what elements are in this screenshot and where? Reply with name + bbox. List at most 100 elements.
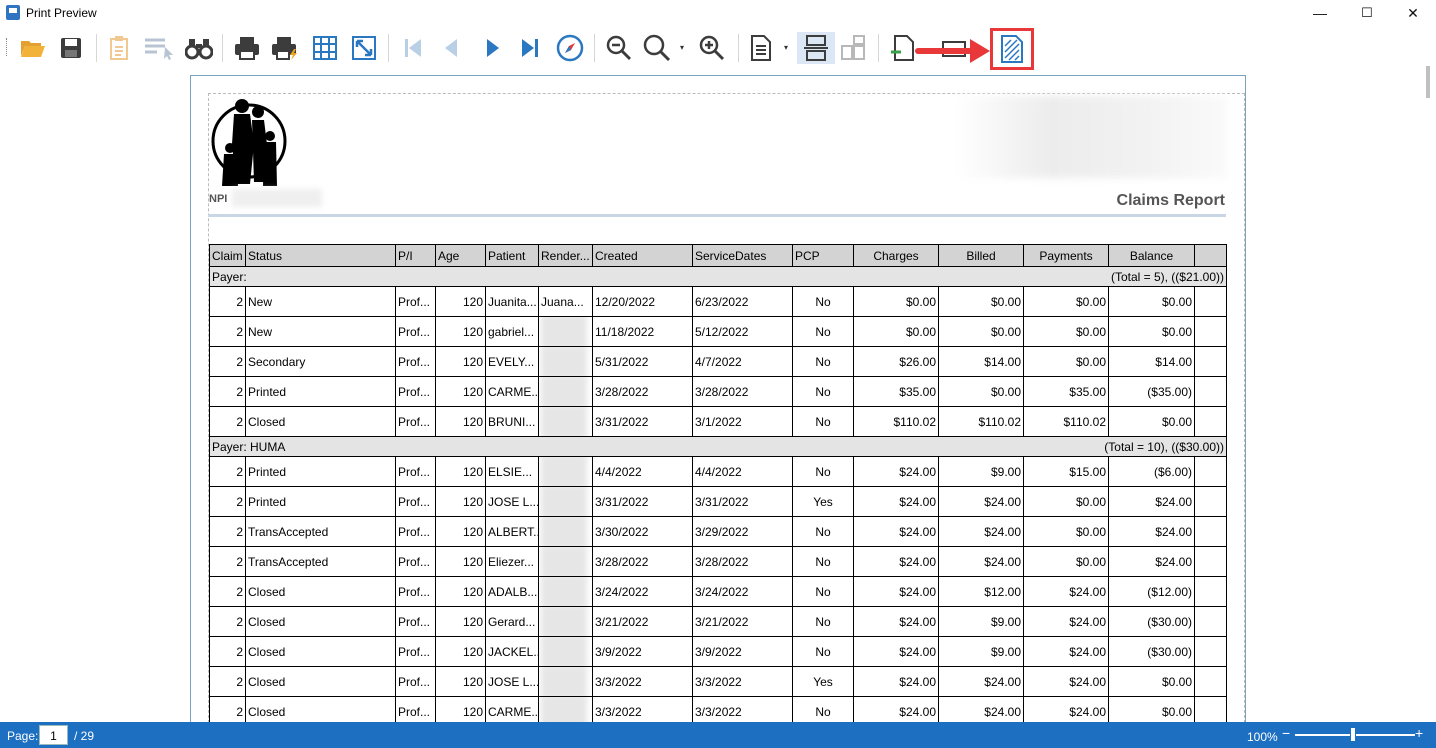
cell-claim: 2	[209, 606, 246, 637]
column-header: Age	[435, 244, 486, 267]
print-icon[interactable]	[232, 32, 262, 64]
table-row: 2 TransAccepted Prof... 120 ALBERT... 3/30/20…	[209, 516, 1227, 547]
cell-service: 4/7/2022	[692, 346, 793, 377]
cell-pi: Prof...	[395, 316, 436, 347]
editing-fields-icon[interactable]	[142, 32, 178, 64]
column-header: Status	[245, 244, 396, 267]
previous-page-icon[interactable]	[436, 32, 466, 64]
zoom-slider-thumb[interactable]	[1350, 727, 1356, 742]
zoom-out-icon[interactable]	[604, 32, 634, 64]
column-header	[1194, 244, 1227, 267]
redacted-renderer	[541, 547, 587, 576]
parameters-icon[interactable]	[104, 32, 134, 64]
first-page-icon[interactable]	[398, 32, 428, 64]
cell-status: Printed	[245, 376, 396, 407]
cell-payments: $15.00	[1023, 456, 1109, 487]
cell-balance: $24.00	[1108, 546, 1195, 577]
page-number-input[interactable]: 1	[39, 725, 68, 745]
quick-print-icon[interactable]	[270, 32, 300, 64]
cell-balance: $24.00	[1108, 486, 1195, 517]
cell-claim: 2	[209, 516, 246, 547]
cell-billed: $9.00	[938, 606, 1024, 637]
table-row: 2 Closed Prof... 120 ADALB... 3/24/2022 3/24/2…	[209, 576, 1227, 607]
cell-balance: $0.00	[1108, 666, 1195, 697]
cell-claim: 2	[209, 576, 246, 607]
continuous-icon[interactable]	[838, 32, 868, 64]
cell-pcp: No	[792, 636, 854, 667]
save-icon[interactable]	[56, 32, 86, 64]
page-layout-icon[interactable]	[797, 32, 835, 64]
cell-claim: 2	[209, 486, 246, 517]
page-label: Page:	[7, 729, 39, 743]
zoom-plus-button[interactable]: +	[1415, 725, 1423, 741]
minimize-button[interactable]: —	[1297, 0, 1343, 26]
redacted-renderer	[541, 407, 587, 436]
column-header: Payments	[1023, 244, 1109, 267]
group-header-row: Payer: (Total = 5), (($21.00))	[209, 266, 1227, 287]
cell-created: 11/18/2022	[592, 316, 693, 347]
view-dropdown-chevron-icon[interactable]: ▾	[784, 43, 788, 52]
toolbar-grip[interactable]	[6, 38, 9, 56]
cell-age: 120	[435, 576, 486, 607]
zoom-minus-button[interactable]: −	[1282, 725, 1290, 741]
column-header: Charges	[853, 244, 939, 267]
page-setup-icon[interactable]	[310, 32, 340, 64]
title-bar: Print Preview — ☐ ✕	[0, 0, 1436, 26]
cell-charges: $24.00	[853, 576, 939, 607]
group-header-cell: Payer: (Total = 5), (($21.00))	[209, 266, 1227, 287]
view-icon[interactable]	[746, 32, 776, 64]
cell-charges: $24.00	[853, 636, 939, 667]
next-page-icon[interactable]	[478, 32, 508, 64]
table-row: 2 TransAccepted Prof... 120 Eliezer... 3/28/2…	[209, 546, 1227, 577]
cell-pcp: No	[792, 456, 854, 487]
cell-spacer	[1194, 636, 1227, 667]
cell-render	[538, 546, 593, 577]
cell-billed: $0.00	[938, 316, 1024, 347]
navigation-icon[interactable]	[555, 32, 585, 64]
zoom-icon[interactable]	[642, 32, 672, 64]
cell-payments: $24.00	[1023, 636, 1109, 667]
column-header: P/I	[395, 244, 436, 267]
cell-patient: BRUNI...	[485, 406, 539, 437]
table-row: 2 Printed Prof... 120 ELSIE... 4/4/2022 4/4/20…	[209, 456, 1227, 487]
close-button[interactable]: ✕	[1390, 0, 1436, 26]
cell-age: 120	[435, 316, 486, 347]
cell-spacer	[1194, 486, 1227, 517]
zoom-dropdown-chevron-icon[interactable]: ▾	[680, 43, 684, 52]
scale-icon[interactable]	[349, 32, 379, 64]
open-icon[interactable]	[18, 32, 48, 64]
vertical-scrollbar[interactable]	[1422, 56, 1436, 724]
cell-status: Printed	[245, 456, 396, 487]
table-row: 2 Closed Prof... 120 JACKEL... 3/9/2022 3/9/20…	[209, 636, 1227, 667]
cell-pcp: No	[792, 286, 854, 317]
cell-payments: $0.00	[1023, 516, 1109, 547]
cell-charges: $24.00	[853, 606, 939, 637]
cell-payments: $0.00	[1023, 316, 1109, 347]
table-header: Claim Status P/I Age Patient Render... Created…	[209, 244, 1227, 267]
annotation-arrow-icon	[915, 39, 990, 63]
cell-charges: $0.00	[853, 316, 939, 347]
cell-balance: ($30.00)	[1108, 606, 1195, 637]
cell-balance: $0.00	[1108, 286, 1195, 317]
cell-age: 120	[435, 666, 486, 697]
scrollbar-thumb[interactable]	[1426, 66, 1430, 98]
redacted-renderer	[541, 317, 587, 346]
cell-service: 3/31/2022	[692, 486, 793, 517]
last-page-icon[interactable]	[515, 32, 545, 64]
cell-payments: $35.00	[1023, 376, 1109, 407]
cell-pcp: No	[792, 406, 854, 437]
cell-spacer	[1194, 666, 1227, 697]
zoom-in-icon[interactable]	[697, 32, 727, 64]
group-total: (Total = 5), (($21.00))	[1110, 269, 1224, 284]
find-icon[interactable]	[184, 32, 214, 64]
maximize-button[interactable]: ☐	[1344, 0, 1390, 26]
cell-render	[538, 406, 593, 437]
table-row: 2 New Prof... 120 gabriel... 11/18/2022 5/12/2…	[209, 316, 1227, 347]
cell-charges: $0.00	[853, 286, 939, 317]
table-row: 2 Secondary Prof... 120 EVELY... 5/31/2022 4/7…	[209, 346, 1227, 377]
group-header-cell: Payer: HUMA (Total = 10), (($30.00))	[209, 436, 1227, 457]
cell-claim: 2	[209, 636, 246, 667]
cell-service: 3/28/2022	[692, 546, 793, 577]
cell-billed: $12.00	[938, 576, 1024, 607]
header-divider	[208, 214, 1226, 217]
